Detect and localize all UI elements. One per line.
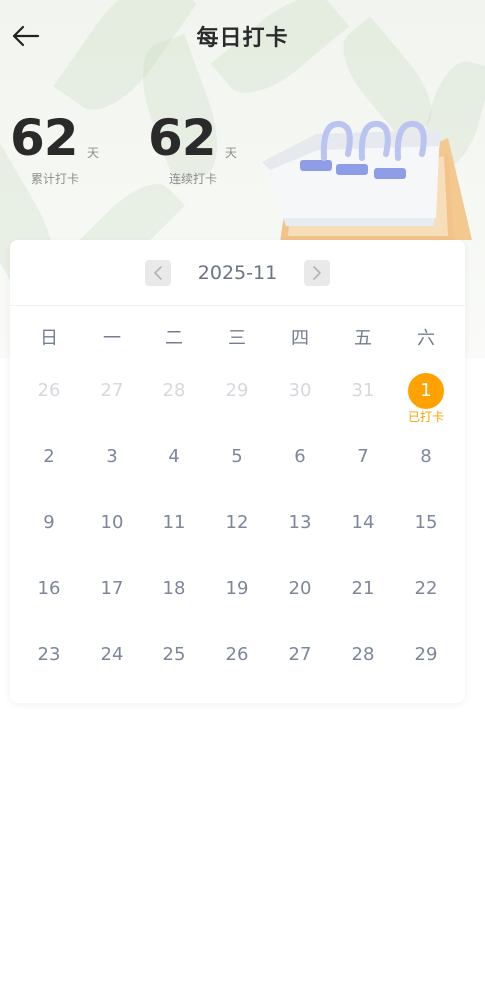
calendar-day[interactable]: 14 xyxy=(338,509,388,559)
day-number: 3 xyxy=(106,446,118,467)
calendar-day[interactable]: 18 xyxy=(149,575,199,625)
streak-checkin-stat: 62 天 连续打卡 xyxy=(148,109,237,186)
day-number: 31 xyxy=(351,380,375,401)
calendar-day[interactable]: 6 xyxy=(275,443,325,493)
day-number: 5 xyxy=(231,446,243,467)
calendar-day[interactable]: 15 xyxy=(401,509,451,559)
signed-tag: 已打卡 xyxy=(407,410,444,424)
desk-calendar-illustration xyxy=(262,120,472,242)
day-number: 21 xyxy=(351,578,375,599)
day-number: 28 xyxy=(162,380,186,401)
calendar-day-other-month[interactable]: 27 xyxy=(87,377,137,427)
calendar-day[interactable]: 19 xyxy=(212,575,262,625)
top-bar: 每日打卡 xyxy=(0,0,485,70)
day-number: 18 xyxy=(162,578,186,599)
day-number: 2 xyxy=(43,446,55,467)
streak-checkin-value: 62 xyxy=(148,109,217,167)
total-checkin-unit: 天 xyxy=(87,146,100,160)
calendar-day[interactable]: 29 xyxy=(401,641,451,691)
calendar-day[interactable]: 10 xyxy=(87,509,137,559)
calendar-day[interactable]: 21 xyxy=(338,575,388,625)
calendar-day[interactable]: 4 xyxy=(149,443,199,493)
day-number: 23 xyxy=(37,644,61,665)
day-number: 19 xyxy=(225,578,249,599)
day-number: 26 xyxy=(37,380,61,401)
day-number: 14 xyxy=(351,512,375,533)
calendar-day[interactable]: 11 xyxy=(149,509,199,559)
calendar-day[interactable]: 2 xyxy=(24,443,74,493)
total-checkin-stat: 62 天 累计打卡 xyxy=(10,109,99,186)
day-number: 26 xyxy=(225,644,249,665)
calendar-day-other-month[interactable]: 30 xyxy=(275,377,325,427)
day-number: 25 xyxy=(162,644,186,665)
weekday-label: 三 xyxy=(228,328,246,349)
calendar-day[interactable]: 3 xyxy=(87,443,137,493)
day-number: 30 xyxy=(288,380,312,401)
calendar-day-signed[interactable]: 1 已打卡 xyxy=(401,373,451,427)
calendar-day[interactable]: 9 xyxy=(24,509,74,559)
day-number: 28 xyxy=(351,644,375,665)
month-navigation: 2025-11 xyxy=(10,240,465,306)
day-number: 10 xyxy=(100,512,124,533)
day-number: 27 xyxy=(288,644,312,665)
streak-checkin-label: 连续打卡 xyxy=(168,172,217,186)
calendar-day[interactable]: 26 xyxy=(212,641,262,691)
calendar-day-other-month[interactable]: 28 xyxy=(149,377,199,427)
calendar-day-other-month[interactable]: 29 xyxy=(212,377,262,427)
day-number: 1 xyxy=(420,380,432,401)
calendar-day[interactable]: 12 xyxy=(212,509,262,559)
calendar-day[interactable]: 23 xyxy=(24,641,74,691)
calendar-day-other-month[interactable]: 31 xyxy=(338,377,388,427)
day-number: 29 xyxy=(225,380,249,401)
weekday-label: 六 xyxy=(417,328,435,349)
day-number: 15 xyxy=(414,512,438,533)
calendar-day[interactable]: 22 xyxy=(401,575,451,625)
weekday-label: 日 xyxy=(40,328,58,349)
calendar-card: 2025-11 日 一 二 三 四 五 六 26 27 28 29 30 31 1 已打卡 2 3… xyxy=(10,240,465,703)
day-number: 11 xyxy=(162,512,186,533)
calendar-day[interactable]: 27 xyxy=(275,641,325,691)
calendar-day[interactable]: 20 xyxy=(275,575,325,625)
day-number: 6 xyxy=(294,446,306,467)
day-number: 9 xyxy=(43,512,55,533)
calendar-day-other-month[interactable]: 26 xyxy=(24,377,74,427)
day-number: 24 xyxy=(100,644,124,665)
day-number: 16 xyxy=(37,578,61,599)
total-checkin-label: 累计打卡 xyxy=(30,172,79,186)
calendar-day[interactable]: 8 xyxy=(401,443,451,493)
weekday-label: 二 xyxy=(165,328,183,349)
day-number: 12 xyxy=(225,512,249,533)
day-number: 13 xyxy=(288,512,312,533)
day-number: 29 xyxy=(414,644,438,665)
day-number: 20 xyxy=(288,578,312,599)
calendar-day[interactable]: 25 xyxy=(149,641,199,691)
chevron-right-icon xyxy=(313,266,321,280)
day-number: 4 xyxy=(168,446,180,467)
calendar-day[interactable]: 7 xyxy=(338,443,388,493)
day-number: 17 xyxy=(100,578,124,599)
page-title: 每日打卡 xyxy=(196,26,289,51)
day-number: 22 xyxy=(414,578,438,599)
calendar-day[interactable]: 16 xyxy=(24,575,74,625)
calendar-day[interactable]: 24 xyxy=(87,641,137,691)
streak-checkin-unit: 天 xyxy=(225,146,238,160)
day-number: 8 xyxy=(420,446,432,467)
total-checkin-value: 62 xyxy=(10,109,79,167)
calendar-day[interactable]: 28 xyxy=(338,641,388,691)
day-number: 7 xyxy=(357,446,369,467)
weekday-label: 五 xyxy=(354,328,372,349)
calendar-day[interactable]: 13 xyxy=(275,509,325,559)
next-month-button[interactable] xyxy=(304,260,330,286)
calendar-day[interactable]: 17 xyxy=(87,575,137,625)
day-number: 27 xyxy=(100,380,124,401)
weekday-header: 日 一 二 三 四 五 六 xyxy=(10,326,465,352)
weekday-label: 四 xyxy=(291,328,309,349)
current-month-label: 2025-11 xyxy=(197,262,278,284)
weekday-label: 一 xyxy=(103,328,121,349)
calendar-day[interactable]: 5 xyxy=(212,443,262,493)
